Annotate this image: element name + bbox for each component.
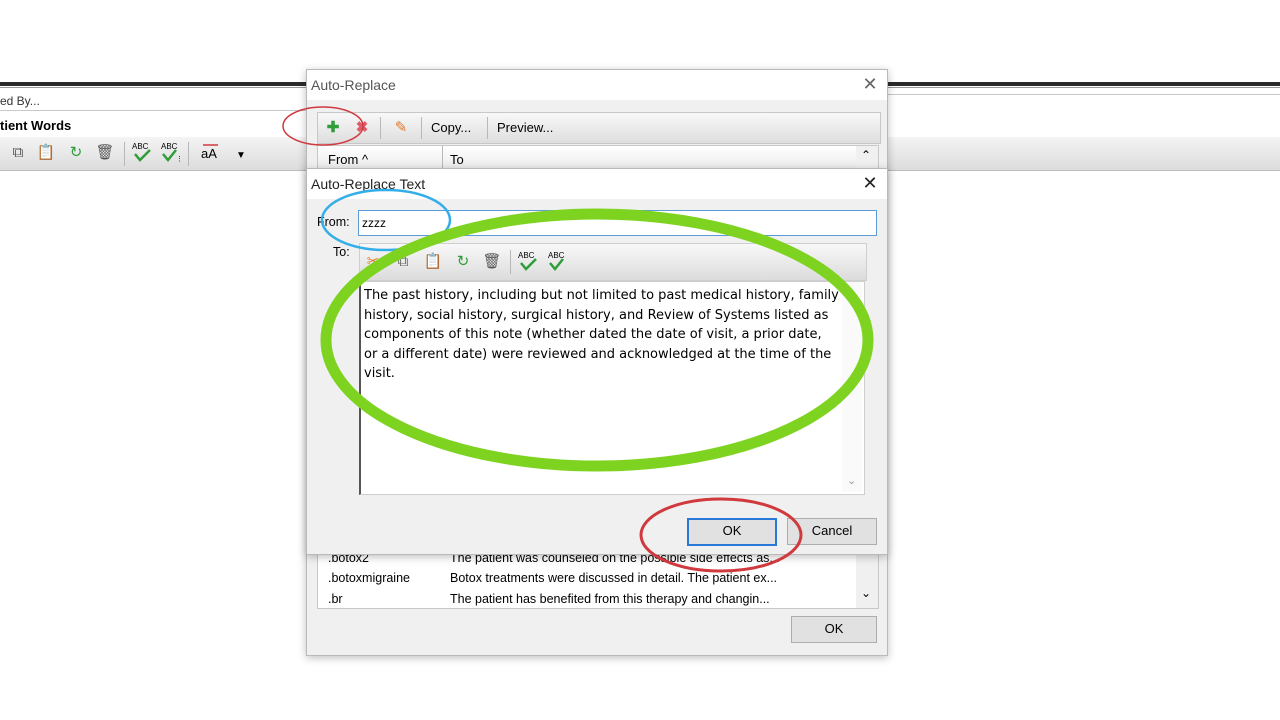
annotation-overlay: [282, 106, 874, 573]
green-annotation-circle: [320, 208, 874, 472]
red-annotation-circle: [282, 106, 364, 146]
red-annotation-circle-ok: [639, 497, 803, 573]
